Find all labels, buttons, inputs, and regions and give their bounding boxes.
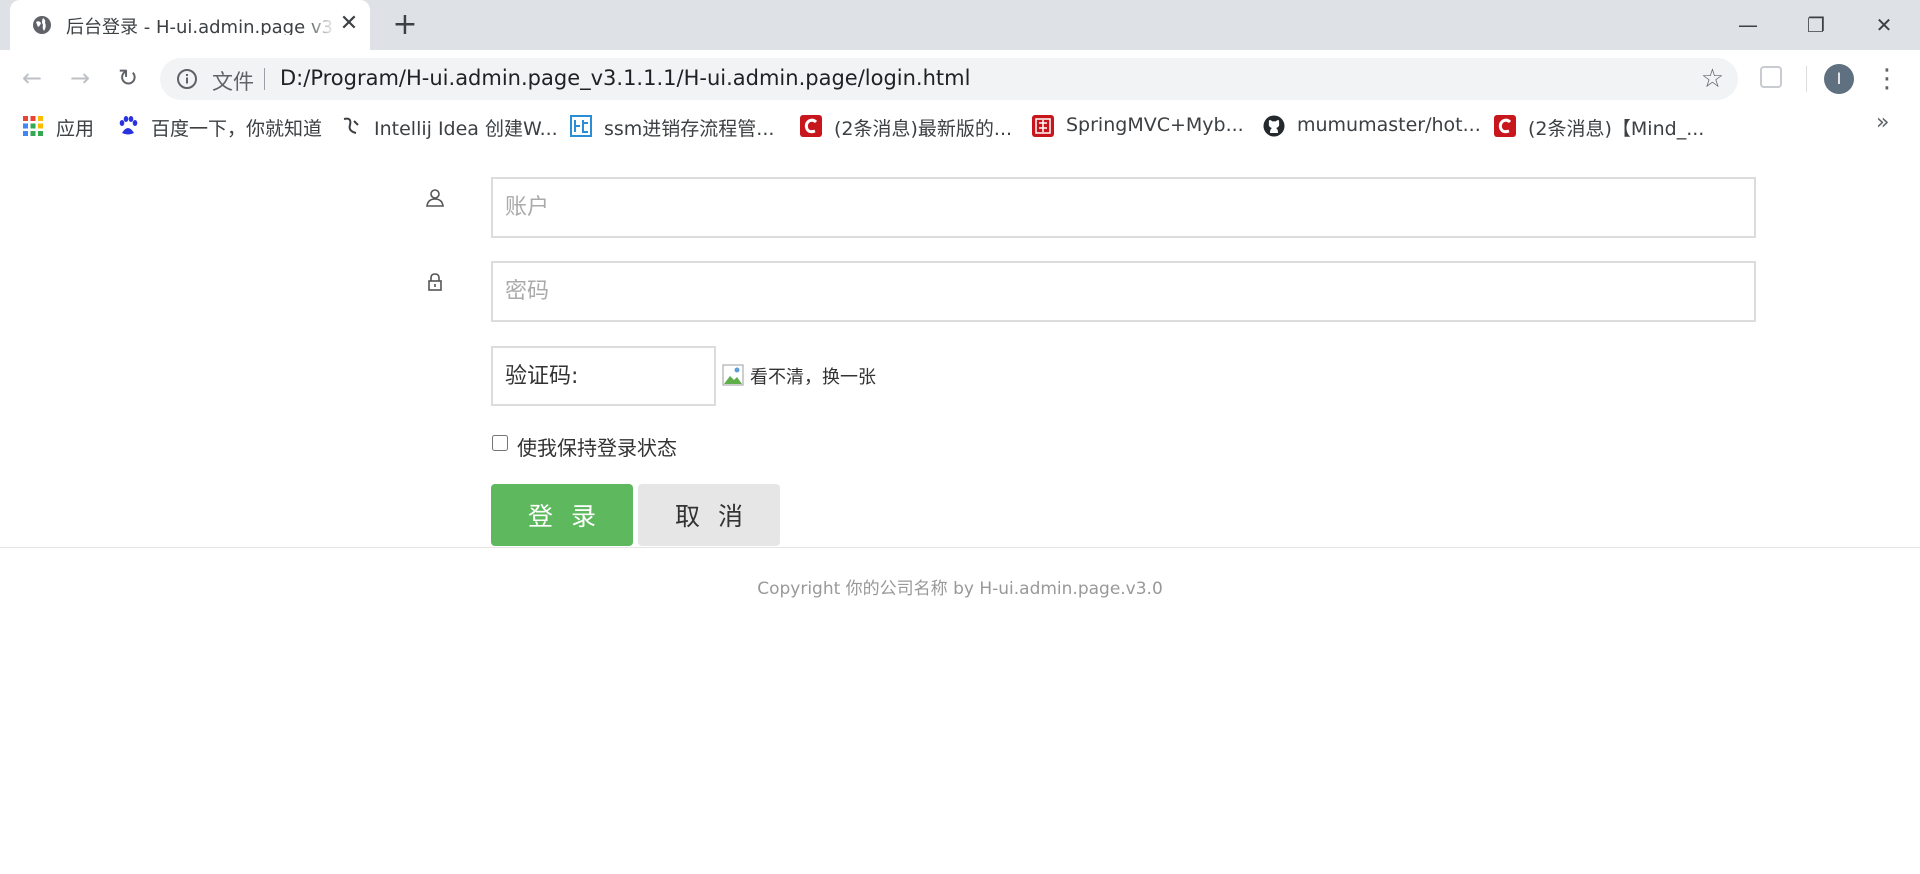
browser-toolbar: ← → ↻ 文件 D:/Program/H-ui.admin.page_v3.1… [0,50,1920,106]
login-page: 看不清，换一张 使我保持登录状态 登录 取消 Copyright 你的公司名称 … [0,146,1920,874]
address-divider [264,68,265,90]
tab-close-icon[interactable]: ✕ [338,12,360,36]
reload-button[interactable]: ↻ [110,60,146,96]
bookmark-label: (2条消息)最新版的... [834,118,1013,140]
window-close-button[interactable]: ✕ [1869,12,1899,38]
red-seal-icon [1032,115,1054,137]
captcha-image-icon[interactable] [722,364,744,386]
remember-checkbox[interactable] [492,435,508,451]
bookmark-label: 应用 [56,118,95,140]
github-icon [1263,115,1285,137]
minimize-button[interactable]: — [1733,12,1763,38]
toolbar-divider [1806,66,1807,92]
csdn-icon [1494,115,1516,137]
intellij-icon [343,117,359,134]
bookmark-label: mumumaster/hot... [1297,114,1481,136]
ssm-icon [570,115,592,137]
bookmark-label: 百度一下，你就知道 [151,118,323,140]
bookmark-label: ssm进销存流程管... [604,118,775,140]
address-scheme-label: 文件 [212,70,254,94]
browser-tab-strip: 后台登录 - H-ui.admin.page v3.1.1.1 ✕ + — ❐ … [0,0,1920,50]
bookmarks-overflow-icon[interactable]: » [1876,110,1889,135]
bookmarks-bar: 应用 百度一下，你就知道 Intellij Idea 创建W... ssm进销存… [0,106,1920,146]
bookmark-label: (2条消息)【Mind_... [1528,118,1705,140]
baidu-paw-icon [119,116,138,135]
password-input[interactable] [491,261,1756,322]
bookmark-star-icon[interactable]: ☆ [1701,64,1724,94]
bookmark-label: Intellij Idea 创建W... [374,118,558,140]
csdn-icon [800,115,822,137]
remember-label[interactable]: 使我保持登录状态 [517,432,677,461]
user-icon [426,189,444,207]
globe-icon [33,16,51,34]
tab-title: 后台登录 - H-ui.admin.page v3.1.1.1 [66,17,336,35]
browser-tab-active[interactable]: 后台登录 - H-ui.admin.page v3.1.1.1 ✕ [10,0,370,50]
address-url[interactable]: D:/Program/H-ui.admin.page_v3.1.1.1/H-ui… [280,66,970,90]
bookmark-label: SpringMVC+Myb... [1066,114,1244,136]
info-icon[interactable] [176,68,198,90]
cancel-button[interactable]: 取消 [638,484,780,546]
apps-grid-icon [23,116,43,136]
address-bar[interactable]: 文件 D:/Program/H-ui.admin.page_v3.1.1.1/H… [160,58,1738,100]
new-tab-button[interactable]: + [390,10,420,40]
login-button[interactable]: 登录 [491,484,633,546]
forward-button[interactable]: → [62,60,98,96]
captcha-refresh-link[interactable]: 看不清，换一张 [750,363,876,389]
captcha-input[interactable] [491,346,716,406]
extension-icon[interactable] [1760,66,1782,88]
profile-avatar[interactable]: I [1824,64,1854,94]
restore-button[interactable]: ❐ [1801,12,1831,38]
copyright-footer: Copyright 你的公司名称 by H-ui.admin.page.v3.0 [757,579,1163,599]
browser-menu-icon[interactable]: ⋮ [1872,62,1902,96]
footer-divider [0,547,1920,548]
lock-icon [428,273,442,291]
back-button[interactable]: ← [14,60,50,96]
account-input[interactable] [491,177,1756,238]
